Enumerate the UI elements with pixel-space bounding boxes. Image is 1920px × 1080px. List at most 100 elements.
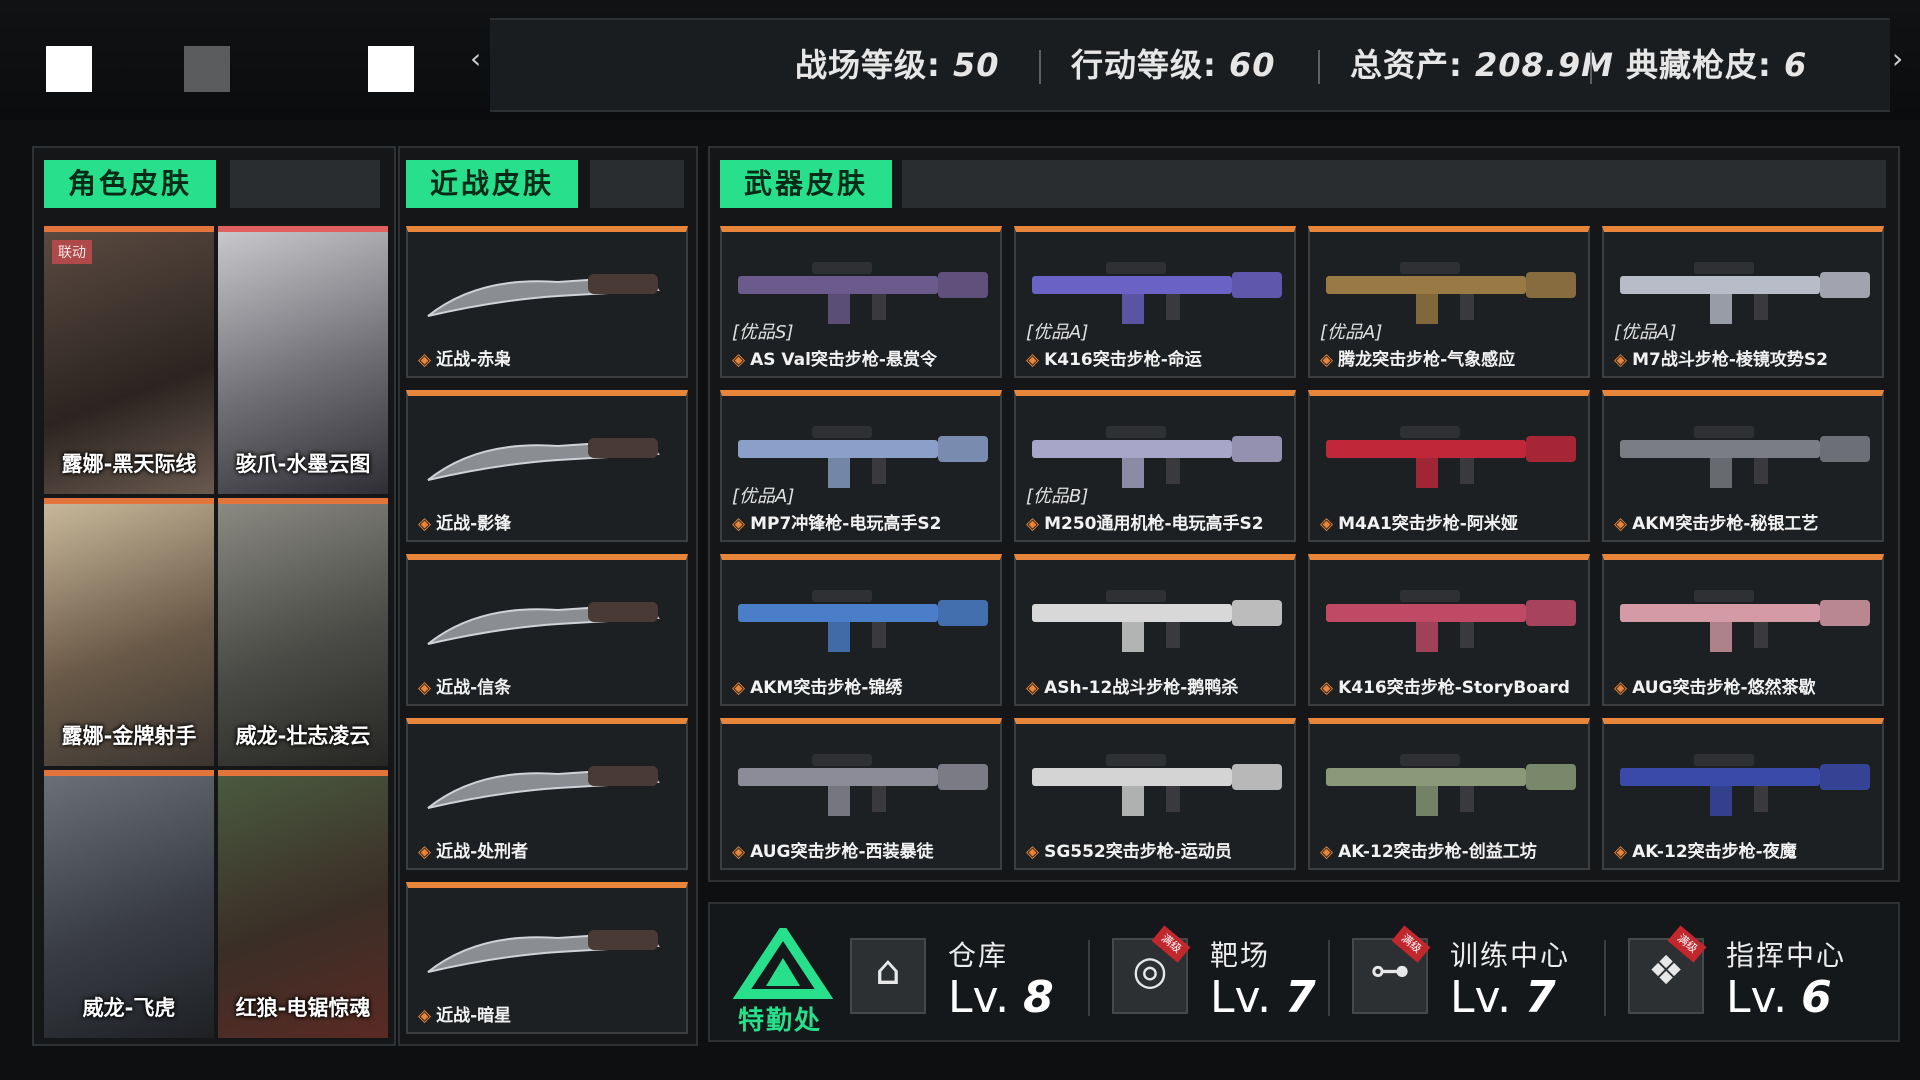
weapon-skin-card[interactable]: [优品B]M250通用机枪-电玩高手S2 xyxy=(1014,390,1296,542)
rifle-icon xyxy=(1032,590,1282,652)
character-tile[interactable]: 红狼-电锯惊魂 xyxy=(218,770,388,1038)
facility-name: 指挥中心 xyxy=(1726,939,1847,972)
level-value: 8 xyxy=(1023,972,1054,1023)
weapon-skin-name: MP7冲锋枪-电玩高手S2 xyxy=(732,509,941,534)
character-name: 红狼-电锯惊魂 xyxy=(235,996,371,1020)
weapon-skin-card[interactable]: AUG突击步枪-悠然茶歇 xyxy=(1602,554,1884,706)
weapon-skin-name: AK-12突击步枪-创益工坊 xyxy=(1320,837,1537,862)
character-name: 威龙-壮志凌云 xyxy=(235,724,371,748)
tab-weapon-skins[interactable]: 武器皮肤 xyxy=(720,160,893,208)
character-tile[interactable]: 骇爪-水墨云图 xyxy=(218,226,388,494)
character-tile[interactable]: 威龙-壮志凌云 xyxy=(218,498,388,766)
tab-character-skins[interactable]: 角色皮肤 xyxy=(44,160,217,208)
character-tile[interactable]: 露娜-金牌射手 xyxy=(44,498,214,766)
weapon-skin-name: AK-12突击步枪-夜魔 xyxy=(1614,837,1797,862)
weapon-skin-card[interactable]: SG552突击步枪-运动员 xyxy=(1014,718,1296,870)
weapon-skin-name: M250通用机枪-电玩高手S2 xyxy=(1026,509,1264,534)
weapon-skin-card[interactable]: M4A1突击步枪-阿米娅 xyxy=(1308,390,1590,542)
melee-skin-card[interactable]: 近战-信条 xyxy=(406,554,688,706)
facility-item[interactable]: ⌂ 仓库 Lv. 8 xyxy=(850,934,1090,1023)
stat-label: 典藏枪皮 xyxy=(1626,46,1759,84)
melee-skin-card[interactable]: 近战-影锋 xyxy=(406,390,688,542)
battlefield-level-stat: 战场等级: 50 xyxy=(795,46,1000,84)
melee-skin-name: 近战-影锋 xyxy=(418,509,511,534)
knife-icon xyxy=(427,602,660,645)
facility-item[interactable]: ⊶ 满级 训练中心 Lv. 7 xyxy=(1352,925,1592,1023)
melee-skin-name: 近战-信条 xyxy=(418,673,511,698)
dumbbell-icon: ⊶ 满级 xyxy=(1352,925,1431,1014)
melee-skin-name: 近战-赤枭 xyxy=(418,345,511,370)
melee-skin-card[interactable]: 近战-处刑者 xyxy=(406,718,688,870)
tab-melee-skins[interactable]: 近战皮肤 xyxy=(406,160,579,208)
weapon-skin-card[interactable]: AK-12突击步枪-创益工坊 xyxy=(1308,718,1590,870)
weapon-skin-card[interactable]: AUG突击步枪-西装暴徒 xyxy=(720,718,1002,870)
weapon-skin-card[interactable]: ASh-12战斗步枪-鹅鸭杀 xyxy=(1014,554,1296,706)
weapon-skin-card[interactable]: AKM突击步枪-锦绣 xyxy=(720,554,1002,706)
collection-skins-stat: 典藏枪皮: 6 xyxy=(1626,46,1808,84)
weapon-skin-card[interactable]: [优品A]M7战斗步枪-棱镜攻势S2 xyxy=(1602,226,1884,378)
melee-skin-card[interactable]: 近战-暗星 xyxy=(406,882,688,1034)
divider xyxy=(1604,940,1606,1016)
top-bar: ‹ 战场等级: 50 行动等级: 60 总资产: 208.9M 典藏枪皮: 6 … xyxy=(0,0,1920,120)
redacted-block xyxy=(368,46,414,92)
command-icon: ❖ 满级 xyxy=(1628,925,1707,1014)
weapon-skin-card[interactable]: [优品S]AS Val突击步枪-悬赏令 xyxy=(720,226,1002,378)
facility-level: Lv. 7 xyxy=(1450,972,1556,1023)
facility-level: Lv. 7 xyxy=(1210,972,1316,1023)
redacted-block xyxy=(46,46,92,92)
melee-skin-card[interactable]: 近战-赤枭 xyxy=(406,226,688,378)
rifle-icon xyxy=(1326,590,1576,652)
divider xyxy=(1039,50,1041,84)
weapon-skin-card[interactable]: K416突击步枪-StoryBoard xyxy=(1308,554,1590,706)
facility-level: Lv. 8 xyxy=(948,972,1054,1023)
stat-value: 50 xyxy=(952,46,1000,84)
stat-label: 行动等级 xyxy=(1071,46,1204,84)
character-skins-panel: 角色皮肤 联动 露娜-黑天际线 骇爪-水墨云图 露娜-金牌射手 威龙-壮志凌云 … xyxy=(32,146,396,1046)
redacted-block xyxy=(184,46,230,92)
chevron-right-icon[interactable]: › xyxy=(1892,42,1903,75)
rifle-icon xyxy=(738,590,988,652)
chevron-left-icon[interactable]: ‹ xyxy=(470,42,481,75)
weapon-skin-card[interactable]: AKM突击步枪-秘银工艺 xyxy=(1602,390,1884,542)
operation-level-stat: 行动等级: 60 xyxy=(1071,46,1276,84)
rifle-icon xyxy=(738,754,988,816)
weapon-grade: [优品S] xyxy=(732,322,794,343)
divider xyxy=(1590,50,1592,84)
weapon-skin-name: AUG突击步枪-西装暴徒 xyxy=(732,837,933,862)
stats-panel: 战场等级: 50 行动等级: 60 总资产: 208.9M 典藏枪皮: 6 xyxy=(490,18,1890,112)
duty-office-label: 特勤处 xyxy=(738,1006,823,1036)
level-prefix: Lv. xyxy=(1450,972,1512,1023)
knife-icon xyxy=(427,438,660,481)
stat-value: 60 xyxy=(1228,46,1276,84)
weapon-skin-card[interactable]: [优品A]腾龙突击步枪-气象感应 xyxy=(1308,226,1590,378)
weapon-grade: [优品B] xyxy=(1026,486,1089,507)
facility-item[interactable]: ◎ 满级 靶场 Lv. 7 xyxy=(1112,925,1352,1023)
weapon-skin-name: AS Val突击步枪-悬赏令 xyxy=(732,345,937,370)
weapon-skin-card[interactable]: [优品A]K416突击步枪-命运 xyxy=(1014,226,1296,378)
facility-item[interactable]: ❖ 满级 指挥中心 Lv. 6 xyxy=(1628,925,1868,1023)
weapon-skin-name: 腾龙突击步枪-气象感应 xyxy=(1320,345,1515,370)
character-tile[interactable]: 威龙-飞虎 xyxy=(44,770,214,1038)
character-name: 骇爪-水墨云图 xyxy=(235,452,371,476)
melee-skin-name: 近战-处刑者 xyxy=(418,837,528,862)
stat-value: 6 xyxy=(1783,46,1808,84)
level-value: 7 xyxy=(1525,972,1556,1023)
weapon-skin-card[interactable]: AK-12突击步枪-夜魔 xyxy=(1602,718,1884,870)
divider xyxy=(1088,940,1090,1016)
rifle-icon xyxy=(1620,590,1870,652)
stat-value: 208.9M xyxy=(1474,46,1615,84)
tab-tail xyxy=(230,160,380,208)
character-tile[interactable]: 联动 露娜-黑天际线 xyxy=(44,226,214,494)
weapon-skin-name: K416突击步枪-StoryBoard xyxy=(1320,673,1570,698)
weapon-skin-name: ASh-12战斗步枪-鹅鸭杀 xyxy=(1026,673,1238,698)
level-value: 7 xyxy=(1285,972,1316,1023)
tab-tail xyxy=(590,160,684,208)
character-name: 露娜-金牌射手 xyxy=(61,724,197,748)
weapon-skin-name: M4A1突击步枪-阿米娅 xyxy=(1320,509,1518,534)
weapon-skin-name: K416突击步枪-命运 xyxy=(1026,345,1202,370)
tab-tail xyxy=(902,160,1886,208)
divider xyxy=(1318,50,1320,84)
warehouse-icon: ⌂ xyxy=(850,938,926,1014)
weapon-skin-card[interactable]: [优品A]MP7冲锋枪-电玩高手S2 xyxy=(720,390,1002,542)
weapon-grade: [优品A] xyxy=(732,486,795,507)
